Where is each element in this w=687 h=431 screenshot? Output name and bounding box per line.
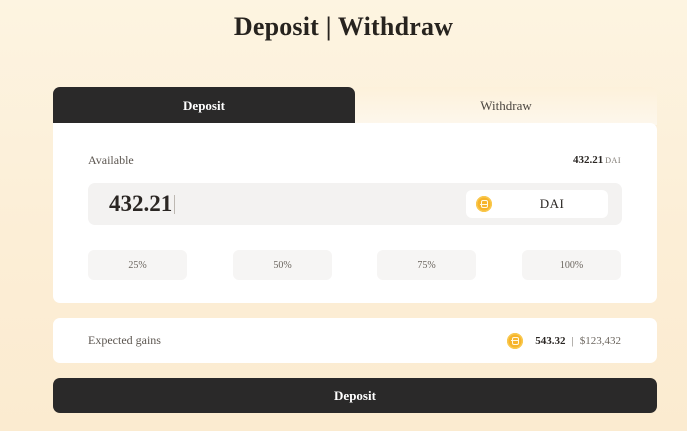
tab-bar: Deposit Withdraw [53, 87, 657, 125]
dai-coin-icon [476, 196, 492, 212]
page-title: Deposit | Withdraw [233, 12, 454, 41]
amount-field: DAI [88, 183, 622, 225]
available-unit: DAI [605, 156, 621, 165]
available-label: Available [88, 153, 134, 167]
expected-gains-value: 543.32 | $123,432 [507, 332, 621, 349]
available-amount: 432.21 [573, 154, 604, 166]
text-caret [174, 195, 175, 214]
tab-deposit[interactable]: Deposit [53, 87, 355, 125]
available-balance: 432.21 DAI [573, 154, 621, 166]
token-symbol: DAI [539, 196, 565, 211]
percent-100-button[interactable]: 100% [522, 250, 621, 280]
percent-buttons: 25% 50% 75% 100% [88, 250, 622, 280]
amount-input[interactable] [109, 189, 409, 219]
gains-separator: | [571, 334, 574, 347]
percent-75-button[interactable]: 75% [377, 250, 476, 280]
expected-gains-label: Expected gains [88, 333, 161, 347]
deposit-card: Available 432.21DAI DAI 25% 50% 75% 100% [53, 123, 657, 303]
expected-gains-card: Expected gains 543.32 | $123,432 [53, 318, 657, 363]
gains-amount: 543.32 [535, 334, 566, 347]
gains-usd-value: $123,432 [579, 334, 621, 347]
percent-50-button[interactable]: 50% [233, 250, 332, 280]
deposit-button[interactable]: Deposit [53, 378, 657, 413]
dai-coin-icon [507, 332, 524, 349]
tab-withdraw[interactable]: Withdraw [355, 87, 657, 125]
token-selector[interactable]: DAI [466, 190, 608, 218]
percent-25-button[interactable]: 25% [88, 250, 187, 280]
